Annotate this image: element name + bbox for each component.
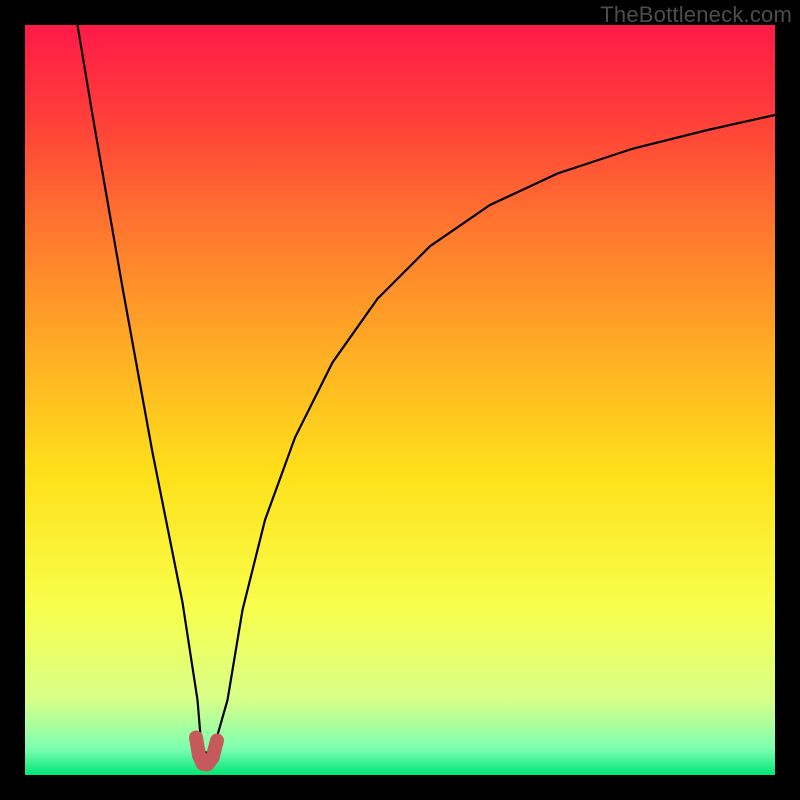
watermark-text: TheBottleneck.com: [600, 2, 792, 28]
chart-frame: TheBottleneck.com: [0, 0, 800, 800]
gradient-background: [25, 25, 775, 775]
chart-svg: [25, 25, 775, 775]
chart-plot-area: [25, 25, 775, 775]
